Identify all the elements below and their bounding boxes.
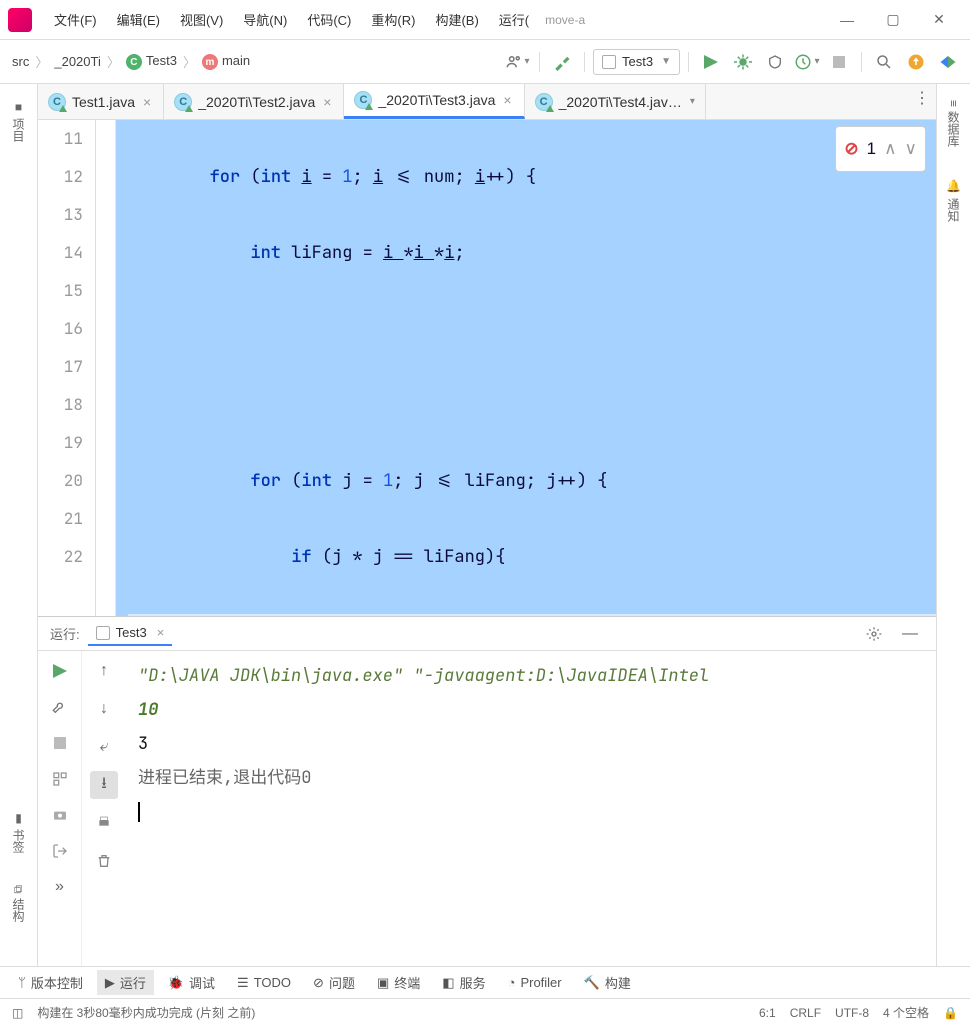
close-icon[interactable]: × [501, 92, 513, 108]
menu-run-trunc[interactable]: 运行( [489, 6, 539, 33]
build-hammer-icon[interactable] [548, 48, 576, 76]
layout-icon[interactable] [46, 765, 74, 793]
users-icon[interactable]: ▾ [503, 48, 531, 76]
project-tool-tab[interactable]: ■项目 [6, 92, 31, 150]
stop-button[interactable] [825, 48, 853, 76]
fold-gutter[interactable] [96, 120, 116, 616]
next-highlight-icon[interactable]: ∨ [905, 130, 917, 168]
run-mid-tools: ↑ ↓ ⤶ ⭳ [82, 651, 126, 966]
terminal-tab[interactable]: ▣终端 [369, 970, 428, 995]
tab-test4[interactable]: C_2020Ti\Test4.jav…▾ [525, 84, 706, 119]
database-tool-tab[interactable]: ≡数据库 [941, 92, 966, 155]
notifications-tool-tab[interactable]: 🔔通知 [941, 171, 966, 230]
exit-icon[interactable] [46, 837, 74, 865]
todo-tab[interactable]: ☰TODO [229, 972, 299, 994]
close-icon[interactable]: × [321, 94, 333, 110]
tab-test1[interactable]: CTest1.java× [38, 84, 164, 119]
status-line-ending[interactable]: CRLF [790, 1006, 821, 1020]
run-tool-window: 运行: Test3× — » ↑ ↓ [38, 616, 936, 966]
debug-tab[interactable]: 🐞调试 [160, 970, 223, 995]
status-encoding[interactable]: UTF-8 [835, 1006, 869, 1020]
run-button[interactable] [697, 48, 725, 76]
profiler-tab[interactable]: ◔Profiler [500, 972, 570, 993]
structure-tool-tab[interactable]: ⧉结构 [6, 877, 31, 930]
console-output[interactable]: "D:\JAVA JDK\bin\java.exe" "-javaagent:D… [126, 651, 936, 966]
status-message: 构建在 3秒80毫秒内成功完成 (片刻 之前) [37, 1004, 255, 1021]
search-icon[interactable] [870, 48, 898, 76]
app-logo [8, 8, 32, 32]
menu-build[interactable]: 构建(B) [425, 6, 488, 33]
bookmarks-tool-tab[interactable]: ▮书签 [6, 803, 31, 861]
editor[interactable]: 111213141516171819202122 for (int i = 1;… [38, 120, 936, 616]
run-label: 运行: [50, 624, 80, 643]
run-config-select[interactable]: Test3▼ [593, 49, 680, 75]
bottom-tool-bar: ᛘ版本控制 ▶运行 🐞调试 ☰TODO ⊘问题 ▣终端 ◧服务 ◔Profile… [0, 966, 970, 998]
status-bar: ◫ 构建在 3秒80毫秒内成功完成 (片刻 之前) 6:1 CRLF UTF-8… [0, 998, 970, 1026]
services-tab[interactable]: ◧服务 [434, 970, 493, 995]
update-icon[interactable] [902, 48, 930, 76]
print-icon[interactable] [90, 809, 118, 837]
menu-bar: 文件(F) 编辑(E) 视图(V) 导航(N) 代码(C) 重构(R) 构建(B… [0, 0, 970, 40]
title-overflow: move-a [539, 13, 591, 27]
run-tab-bottom[interactable]: ▶运行 [97, 970, 154, 995]
menu-view[interactable]: 视图(V) [170, 6, 233, 33]
window-minimize-button[interactable]: — [824, 4, 870, 36]
right-tool-stripe: ≡数据库 🔔通知 [936, 84, 970, 966]
debug-button[interactable] [729, 48, 757, 76]
close-icon[interactable]: × [141, 94, 153, 110]
expand-icon[interactable]: » [46, 873, 74, 901]
close-icon[interactable]: × [157, 625, 165, 640]
run-tab[interactable]: Test3× [88, 621, 173, 646]
window-close-button[interactable]: ✕ [916, 4, 962, 36]
run-left-tools: » [38, 651, 82, 966]
hide-panel-icon[interactable]: — [896, 620, 924, 648]
tab-test3[interactable]: C_2020Ti\Test3.java× [344, 84, 524, 119]
prev-highlight-icon[interactable]: ∧ [884, 130, 896, 168]
breadcrumb-method[interactable]: mmain [198, 51, 254, 73]
menu-code[interactable]: 代码(C) [297, 6, 361, 33]
wrench-icon[interactable] [46, 693, 74, 721]
camera-icon[interactable] [46, 801, 74, 829]
breadcrumb-class[interactable]: CTest3 [122, 51, 181, 73]
navigation-bar: src〉 _2020Ti〉 CTest3〉 mmain ▾ Test3▼ ▾ [0, 40, 970, 84]
status-position[interactable]: 6:1 [759, 1006, 776, 1020]
menu-edit[interactable]: 编辑(E) [107, 6, 170, 33]
status-lock-icon[interactable]: 🔒 [943, 1006, 958, 1020]
tabs-more-icon[interactable]: ⋮ [908, 84, 936, 112]
problems-tab[interactable]: ⊘问题 [305, 970, 363, 995]
window-maximize-button[interactable]: ▢ [870, 4, 916, 36]
arrow-up-icon[interactable]: ↑ [90, 657, 118, 685]
tab-test2[interactable]: C_2020Ti\Test2.java× [164, 84, 344, 119]
menu-navigate[interactable]: 导航(N) [233, 6, 297, 33]
coverage-button[interactable] [761, 48, 789, 76]
editor-tabs: CTest1.java× C_2020Ti\Test2.java× C_2020… [38, 84, 936, 120]
profile-button[interactable]: ▾ [793, 48, 821, 76]
gutter-line-numbers: 111213141516171819202122 [38, 120, 96, 616]
soft-wrap-icon[interactable]: ⤶ [90, 733, 118, 761]
left-tool-stripe: ■项目 ▮书签 ⧉结构 [0, 84, 38, 966]
gear-icon[interactable] [860, 620, 888, 648]
status-window-icon[interactable]: ◫ [12, 1006, 23, 1020]
arrow-down-icon[interactable]: ↓ [90, 695, 118, 723]
vcs-tab[interactable]: ᛘ版本控制 [10, 970, 91, 995]
menu-file[interactable]: 文件(F) [44, 6, 107, 33]
status-indent[interactable]: 4 个空格 [883, 1004, 929, 1021]
trash-icon[interactable] [90, 847, 118, 875]
build-tab[interactable]: 🔨构建 [576, 970, 639, 995]
stop-icon2[interactable] [46, 729, 74, 757]
rerun-icon[interactable] [46, 657, 74, 685]
inspection-widget[interactable]: ⊘1 ∧ ∨ [835, 126, 926, 172]
breadcrumb-src[interactable]: src [8, 52, 33, 71]
scroll-end-icon[interactable]: ⭳ [90, 771, 118, 799]
menu-refactor[interactable]: 重构(R) [361, 6, 425, 33]
code-area[interactable]: for (int i = 1; i <= num; i++) { int liF… [116, 120, 936, 616]
breadcrumb-pkg[interactable]: _2020Ti [50, 52, 105, 71]
code-with-me-icon[interactable] [934, 48, 962, 76]
